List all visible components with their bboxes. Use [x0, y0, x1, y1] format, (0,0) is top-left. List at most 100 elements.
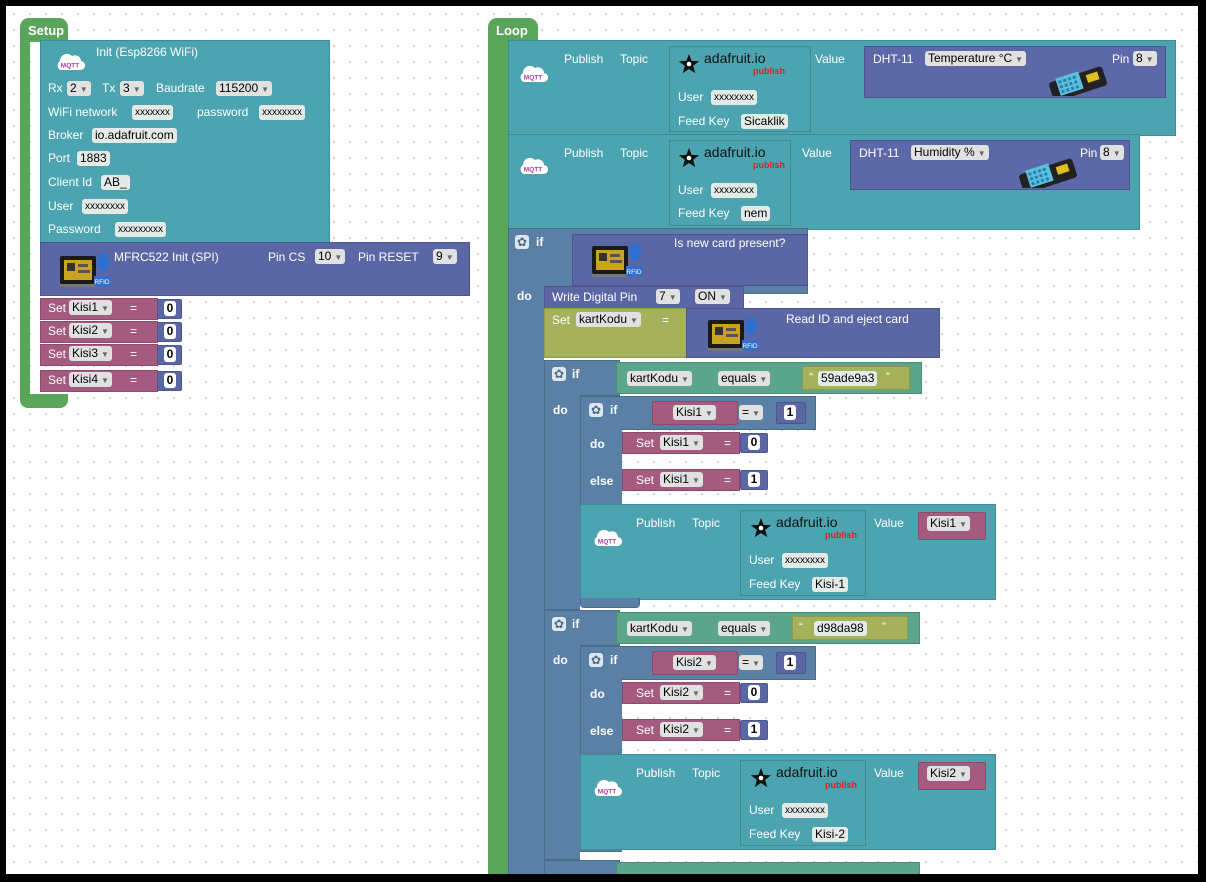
tx-dropdown[interactable]: 3 ▼: [120, 81, 144, 96]
var-dropdown[interactable]: Kisi1 ▼: [660, 472, 703, 487]
var-dropdown[interactable]: kartKodu ▼: [627, 621, 692, 636]
broker-label: Broker: [48, 128, 84, 142]
set-label: Set: [48, 347, 67, 361]
password2-field[interactable]: xxxxxxxxx: [115, 222, 166, 237]
pin-cs-dropdown[interactable]: 10 ▼: [315, 249, 346, 264]
write-digital-pin-label: Write Digital Pin: [552, 290, 638, 304]
digital-pin-dropdown[interactable]: 7 ▼: [656, 289, 680, 304]
user-label: User: [48, 199, 74, 213]
var-dropdown[interactable]: Kisi2 ▼: [660, 685, 703, 700]
var-dropdown[interactable]: kartKodu ▼: [576, 312, 641, 327]
adafruit-star-icon: [678, 53, 700, 75]
user-field[interactable]: xxxxxxxx: [782, 803, 828, 818]
number-value[interactable]: 0: [164, 347, 176, 362]
loop-label: Loop: [496, 23, 528, 38]
set-label: Set: [636, 723, 655, 737]
compare-dropdown[interactable]: = ▼: [739, 405, 763, 420]
set-label: Set: [48, 301, 67, 315]
feed-key-field[interactable]: Kisi-2: [812, 827, 849, 842]
rfid-module-icon: [706, 314, 758, 354]
number-value[interactable]: 1: [784, 405, 796, 420]
number-value[interactable]: 0: [164, 373, 176, 388]
password-field[interactable]: xxxxxxxx: [259, 105, 305, 120]
user-field[interactable]: xxxxxxxx: [782, 553, 828, 568]
equals-dropdown[interactable]: equals ▼: [718, 371, 771, 386]
if-kisi1-end: [580, 598, 640, 608]
equals-dropdown[interactable]: equals ▼: [718, 621, 771, 636]
card-id-field[interactable]: d98da98: [814, 621, 867, 636]
var-dropdown[interactable]: Kisi3 ▼: [69, 346, 112, 361]
feed-key-field[interactable]: Sicaklik: [741, 114, 788, 129]
number-value[interactable]: 0: [748, 685, 760, 700]
number-value[interactable]: 1: [784, 655, 796, 670]
number-value[interactable]: 1: [748, 472, 760, 487]
gear-icon[interactable]: ✿: [589, 653, 603, 667]
var-dropdown[interactable]: Kisi1 ▼: [927, 516, 970, 531]
mqtt-icon: [55, 52, 85, 72]
card-id-field[interactable]: 59ade9a3: [818, 371, 878, 386]
number-value[interactable]: 1: [748, 722, 760, 737]
gear-icon[interactable]: ✿: [552, 367, 566, 381]
set-label: Set: [636, 686, 655, 700]
broker-field[interactable]: io.adafruit.com: [92, 128, 177, 143]
number-value[interactable]: 0: [164, 324, 176, 339]
baudrate-dropdown[interactable]: 115200 ▼: [216, 81, 273, 96]
rfid-module-icon: [58, 250, 110, 290]
pin-reset-dropdown[interactable]: 9 ▼: [433, 249, 457, 264]
gear-icon[interactable]: ✿: [589, 403, 603, 417]
feed-key-field[interactable]: Kisi-1: [812, 577, 849, 592]
var-dropdown[interactable]: Kisi2 ▼: [927, 766, 970, 781]
feed-key-label: Feed Key: [749, 577, 801, 591]
pin-dropdown[interactable]: 8 ▼: [1133, 51, 1157, 66]
gear-icon[interactable]: ✿: [552, 617, 566, 631]
measure-dropdown[interactable]: Temperature °C ▼: [925, 51, 1027, 66]
user-field[interactable]: xxxxxxxx: [711, 183, 757, 198]
var-dropdown[interactable]: Kisi1 ▼: [673, 405, 716, 420]
feed-key-label: Feed Key: [678, 114, 730, 128]
pin-dropdown[interactable]: 8 ▼: [1100, 145, 1124, 160]
else-label: else: [590, 724, 614, 738]
user-field[interactable]: xxxxxxxx: [711, 90, 757, 105]
equals-sign: =: [724, 473, 732, 487]
user-field[interactable]: xxxxxxxx: [82, 199, 128, 214]
var-dropdown[interactable]: Kisi2 ▼: [673, 655, 716, 670]
adafruit-star-icon: [750, 767, 772, 789]
set-label: Set: [552, 313, 571, 327]
set-label: Set: [48, 324, 67, 338]
equals-sign: =: [724, 723, 732, 737]
equals-compare-block[interactable]: [616, 862, 920, 874]
var-dropdown[interactable]: Kisi2 ▼: [69, 323, 112, 338]
wifi-field[interactable]: xxxxxxx: [132, 105, 173, 120]
pin-label: Pin: [1112, 52, 1130, 66]
user-label: User: [678, 183, 704, 197]
read-id-label: Read ID and eject card: [786, 312, 909, 326]
var-dropdown[interactable]: Kisi1 ▼: [660, 435, 703, 450]
measure-dropdown[interactable]: Humidity % ▼: [911, 145, 989, 160]
do-label: do: [590, 687, 605, 701]
if-label: if: [610, 403, 618, 417]
var-dropdown[interactable]: Kisi1 ▼: [69, 300, 112, 315]
if-card3-block[interactable]: [544, 860, 620, 874]
setup-stem: [20, 40, 30, 400]
var-dropdown[interactable]: Kisi2 ▼: [660, 722, 703, 737]
adafruit-logo-text: adafruit.io: [776, 764, 838, 780]
number-value[interactable]: 0: [164, 301, 176, 316]
port-field[interactable]: 1883: [77, 151, 110, 166]
workspace[interactable]: Setup Init (Esp8266 WiFi) Rx 2 ▼ Tx 3 ▼ Ba…: [6, 6, 1198, 874]
pin-state-dropdown[interactable]: ON ▼: [695, 289, 730, 304]
user-label: User: [678, 90, 704, 104]
client-id-field[interactable]: AB_: [101, 175, 130, 190]
rx-dropdown[interactable]: 2 ▼: [67, 81, 91, 96]
compare-dropdown[interactable]: = ▼: [739, 655, 763, 670]
init-title: Init (Esp8266 WiFi): [96, 45, 199, 59]
gear-icon[interactable]: ✿: [515, 235, 529, 249]
var-dropdown[interactable]: Kisi4 ▼: [69, 372, 112, 387]
feed-key-field[interactable]: nem: [741, 206, 771, 221]
var-dropdown[interactable]: kartKodu ▼: [627, 371, 692, 386]
mqtt-icon: [592, 528, 622, 548]
adafruit-star-icon: [678, 147, 700, 169]
pin-cs-label: Pin CS: [268, 250, 306, 264]
publish-label: Publish: [636, 516, 676, 530]
number-value[interactable]: 0: [748, 435, 760, 450]
set-label: Set: [48, 373, 67, 387]
